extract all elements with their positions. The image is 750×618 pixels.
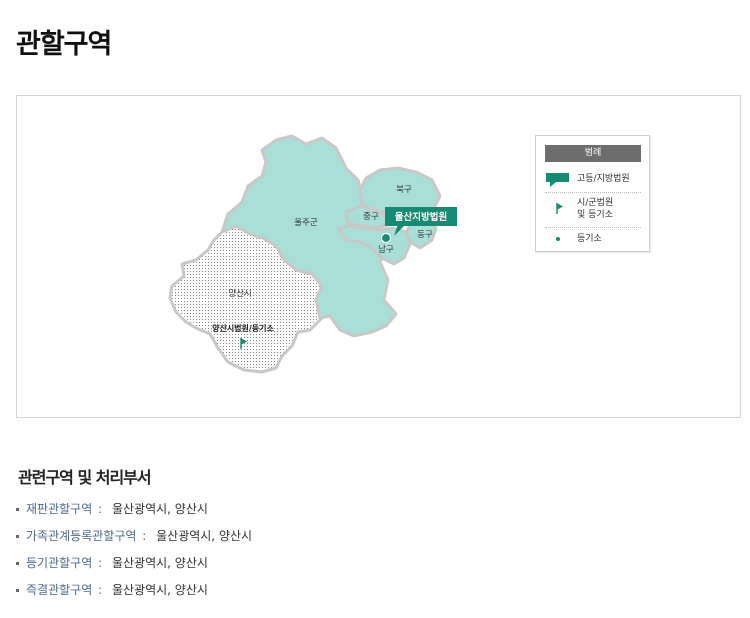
- legend-label-registry: 등기소: [577, 234, 602, 244]
- list-item-value: 울산광역시, 양산시: [156, 529, 253, 543]
- section-title: 관련구역 및 처리부서: [18, 468, 152, 487]
- jurisdiction-list: 재판관할구역 : 울산광역시, 양산시 가족관계등록관할구역 : 울산광역시, …: [16, 500, 252, 608]
- speech-bubble-icon: [546, 173, 569, 187]
- bullet-icon: [16, 589, 19, 592]
- legend-item-high-court: 고등/지방법원: [545, 172, 641, 188]
- list-item-value: 울산광역시, 양산시: [111, 583, 208, 597]
- region-label-buk: 북구: [396, 185, 412, 195]
- court-label-yangsan: 양산시법원/등기소: [212, 323, 274, 333]
- list-item-key: 등기관할구역: [26, 556, 93, 570]
- legend-divider: [545, 227, 641, 228]
- region-label-yangsan: 양산시: [228, 288, 251, 299]
- legend-divider: [545, 192, 641, 193]
- bullet-icon: [16, 508, 19, 511]
- list-item-value: 울산광역시, 양산시: [111, 502, 208, 516]
- region-label-nam: 남구: [378, 245, 394, 255]
- region-label-ulju: 울주군: [294, 218, 318, 228]
- legend-label-branch-court-1: 시/군법원: [577, 198, 614, 208]
- bullet-icon: [16, 562, 19, 565]
- list-item-key: 즉결관할구역: [26, 583, 93, 597]
- list-item-separator: :: [98, 556, 103, 570]
- list-item: 등기관할구역 : 울산광역시, 양산시: [16, 554, 252, 581]
- list-item: 가족관계등록관할구역 : 울산광역시, 양산시: [16, 527, 252, 554]
- court-label-ulsan: 울산지방법원: [395, 211, 447, 223]
- legend-title: 범례: [545, 145, 641, 162]
- list-item-separator: :: [142, 529, 147, 543]
- list-item: 즉결관할구역 : 울산광역시, 양산시: [16, 581, 252, 608]
- list-item-key: 재판관할구역: [26, 502, 93, 516]
- legend-label-high-court: 고등/지방법원: [577, 174, 630, 184]
- region-label-jung: 중구: [363, 212, 379, 222]
- list-item-value: 울산광역시, 양산시: [111, 556, 208, 570]
- bullet-icon: [16, 535, 19, 538]
- flag-icon: [556, 203, 563, 214]
- dot-icon: [556, 237, 560, 241]
- legend-label-branch-court-2: 및 등기소: [577, 210, 613, 220]
- region-label-dong: 동구: [417, 230, 433, 240]
- legend-item-registry: 등기소: [545, 233, 641, 246]
- list-item-separator: :: [98, 583, 103, 597]
- legend-item-branch-court: 시/군법원 및 등기소: [545, 197, 641, 223]
- map-legend: 범례 고등/지방법원 시/군법원 및 등기소 등기소: [535, 135, 650, 252]
- list-item-key: 가족관계등록관할구역: [26, 529, 137, 543]
- list-item: 재판관할구역 : 울산광역시, 양산시: [16, 500, 252, 527]
- court-location-dot: [380, 232, 392, 244]
- list-item-separator: :: [98, 502, 103, 516]
